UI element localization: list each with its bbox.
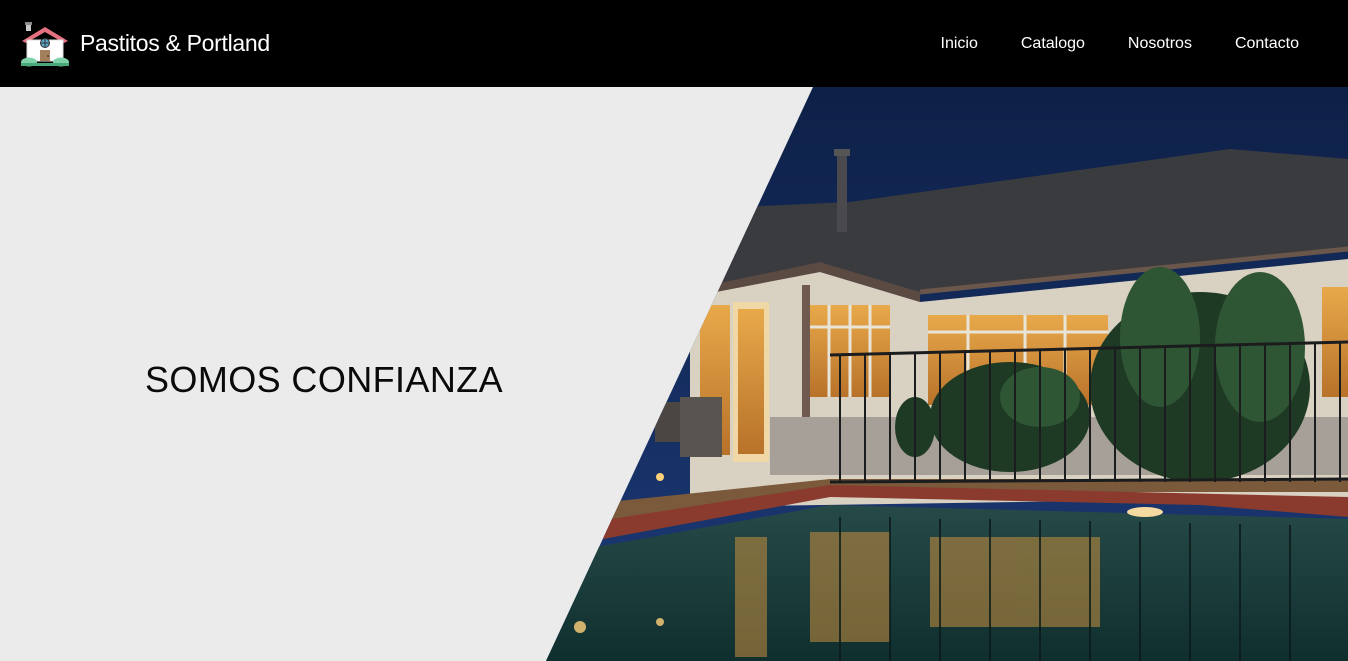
brand-home-link[interactable]: Pastitos & Portland (20, 21, 270, 67)
nav-link-catalogo[interactable]: Catalogo (1021, 35, 1085, 53)
hero-title: SOMOS CONFIANZA (145, 359, 504, 400)
hero-section: SOMOS CONFIANZA (0, 87, 1348, 661)
main-nav: Inicio Catalogo Nosotros Contacto (941, 0, 1348, 87)
brand-name: Pastitos & Portland (80, 30, 270, 56)
nav-link-nosotros[interactable]: Nosotros (1128, 35, 1192, 53)
nav-link-contacto[interactable]: Contacto (1235, 35, 1299, 53)
top-navbar: Pastitos & Portland Inicio Catalogo Noso… (0, 0, 1348, 87)
house-icon (21, 21, 69, 66)
nav-link-inicio[interactable]: Inicio (941, 35, 978, 53)
